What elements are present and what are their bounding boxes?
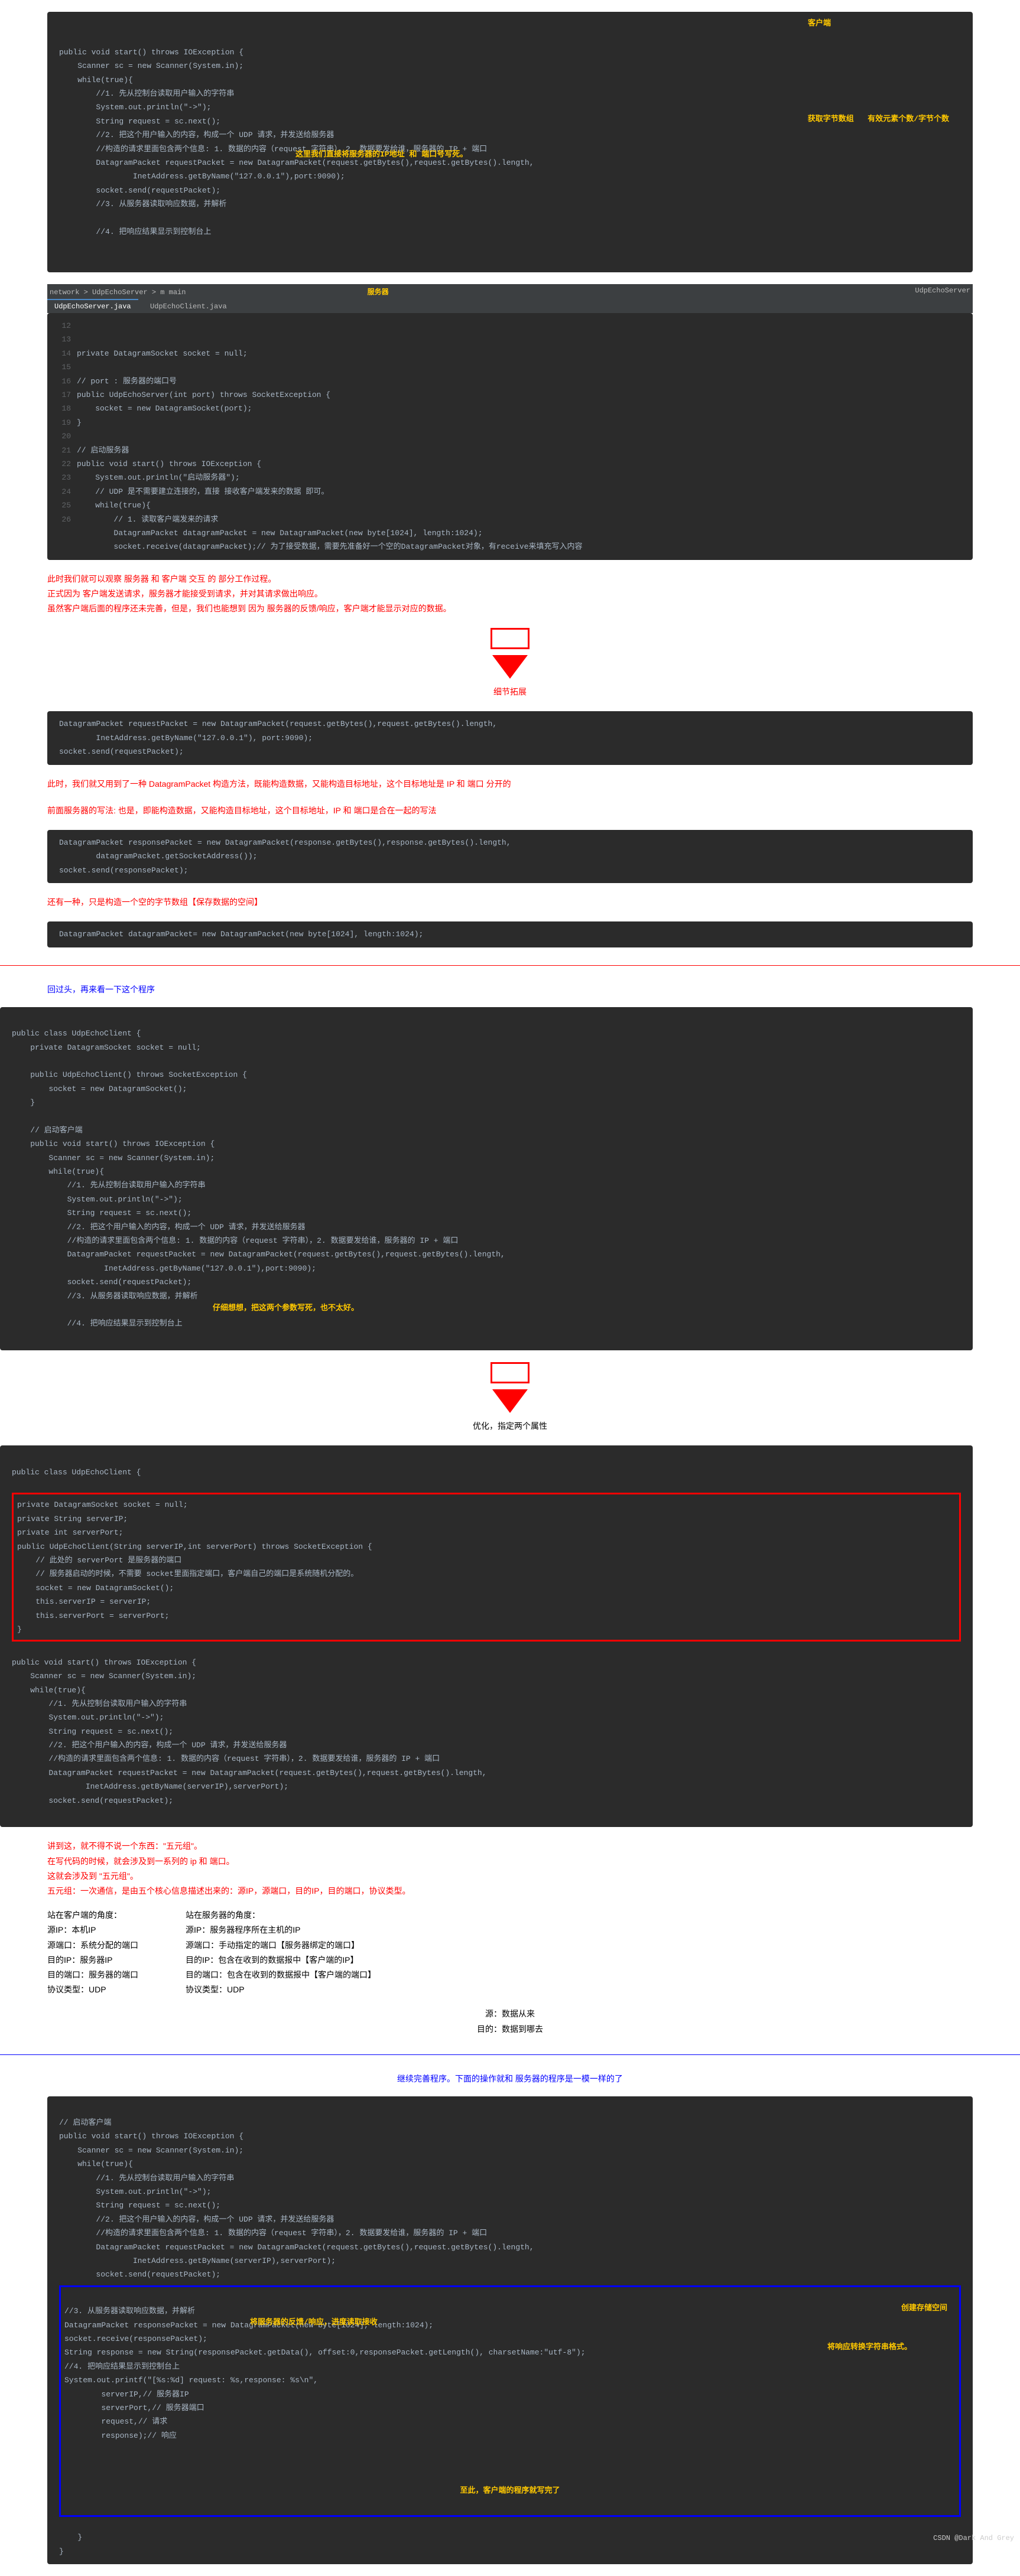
explain-1: 此时我们就可以观察 服务器 和 客户端 交互 的 部分工作过程。 正式因为 客户… [47, 572, 973, 617]
label-server: 服务器 [368, 288, 389, 297]
watermark: CSDN @Dark And Grey [933, 2534, 1014, 2542]
code-detail2: DatagramPacket responsePacket = new Data… [47, 830, 973, 883]
arrow-icon [492, 655, 528, 679]
highlight-constructor: private DatagramSocket socket = null; pr… [12, 1493, 961, 1642]
tab-server[interactable]: UdpEchoServer.java [47, 299, 138, 313]
code-detail3: DatagramPacket datagramPacket= new Datag… [47, 921, 973, 947]
highlight-response: //3. 从服务器读取响应数据，并解析 DatagramPacket respo… [59, 2285, 961, 2517]
code-detail1: DatagramPacket requestPacket = new Datag… [47, 711, 973, 764]
code-final: // 启动客户端 public void start() throws IOEx… [47, 2096, 973, 2565]
code-optimized: public class UdpEchoClient { private Dat… [0, 1445, 973, 1827]
label-client: 客户端 [808, 17, 831, 30]
five-tuple-cols: 站在客户端的角度： 源IP：本机IP 源端口：系统分配的端口 目的IP：服务器I… [47, 1908, 973, 1997]
code-server: 12 13 14 15 16 17 18 19 20 21 22 23 24 2… [47, 313, 973, 560]
code-client: 客户端 public void start() throws IOExcepti… [47, 12, 973, 272]
arrow-icon [492, 1389, 528, 1413]
ide-header: network > UdpEchoServer > m main 服务器 Udp… [47, 284, 973, 299]
code-full-client: public class UdpEchoClient { private Dat… [0, 1007, 973, 1350]
tab-client[interactable]: UdpEchoClient.java [143, 299, 234, 313]
